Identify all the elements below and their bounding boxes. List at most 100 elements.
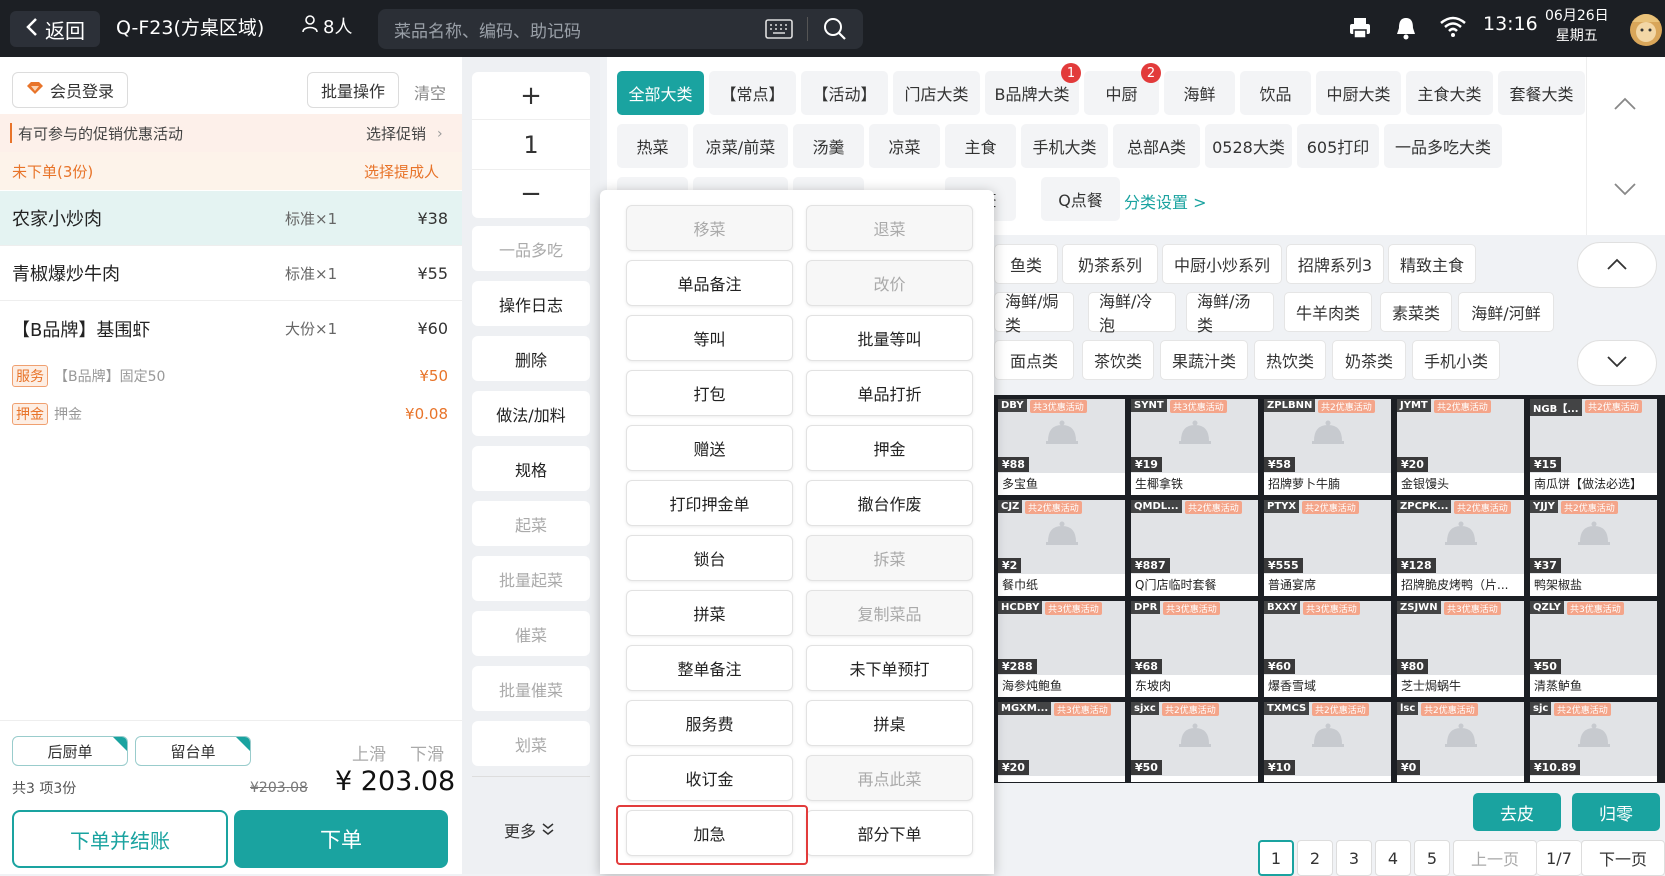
subcat-seafood-cold[interactable]: 海鲜/冷泡: [1088, 292, 1176, 335]
copy-dish-button[interactable]: 复制菜品: [806, 590, 973, 636]
lock-table-button[interactable]: 锁台: [626, 535, 793, 581]
scroll-down-button[interactable]: 下滑: [410, 740, 444, 765]
service-fee-row[interactable]: 服务 【B品牌】固定50: [12, 365, 165, 387]
batch-rush-button[interactable]: 批量催菜: [472, 666, 590, 711]
move-dish-button[interactable]: 移菜: [626, 205, 793, 251]
chevron-up-icon[interactable]: [1613, 97, 1637, 115]
category-605-print[interactable]: 605打印: [1297, 124, 1379, 168]
print-deposit-button[interactable]: 打印押金单: [626, 480, 793, 526]
category-drinks[interactable]: 饮品: [1240, 71, 1311, 115]
pack-button[interactable]: 打包: [626, 370, 793, 416]
dish-card[interactable]: HCDBY 共3优惠活动 ¥288 海参炖鲍鱼: [998, 601, 1125, 697]
wait-call-button[interactable]: 等叫: [626, 315, 793, 361]
subcat-seafood-soup[interactable]: 海鲜/汤类: [1186, 292, 1274, 335]
dish-card[interactable]: TXMCS 共2优惠活动 ¥10: [1264, 702, 1391, 782]
page-3[interactable]: 3: [1336, 840, 1372, 876]
avatar[interactable]: [1628, 10, 1664, 52]
category-set-meal[interactable]: 套餐大类: [1498, 71, 1585, 115]
dish-card[interactable]: MGXM... 共3优惠活动 ¥20: [998, 702, 1125, 782]
category-seafood[interactable]: 海鲜: [1164, 71, 1235, 115]
category-chinese-main[interactable]: 中厨大类: [1316, 71, 1401, 115]
method-addon-button[interactable]: 做法/加料: [472, 391, 590, 436]
category-main-food[interactable]: 主食: [945, 124, 1016, 168]
subcat-fish[interactable]: 鱼类: [994, 244, 1058, 284]
subcat-scroll-up[interactable]: [1577, 242, 1657, 288]
subcat-tea[interactable]: 茶饮类: [1082, 340, 1154, 380]
keep-order-button[interactable]: 留台单: [135, 736, 251, 766]
printer-icon[interactable]: [1348, 16, 1372, 44]
decrement-button[interactable]: −: [472, 170, 590, 218]
subcat-fine-staple[interactable]: 精致主食: [1388, 244, 1476, 284]
subcat-vegetable[interactable]: 素菜类: [1380, 292, 1452, 332]
promo-banner[interactable]: 有可参与的促销优惠活动 选择促销 ›: [0, 114, 462, 152]
subcat-stir-fry[interactable]: 中厨小炒系列: [1162, 244, 1282, 284]
chevron-down-icon[interactable]: [1613, 182, 1637, 200]
category-cold-dish[interactable]: 凉菜: [869, 124, 940, 168]
dish-card[interactable]: DPR 共3优惠活动 ¥68 东坡肉: [1131, 601, 1258, 697]
subcat-milk-tea-series[interactable]: 奶茶系列: [1062, 244, 1158, 284]
page-4[interactable]: 4: [1375, 840, 1411, 876]
combine-dish-button[interactable]: 拼菜: [626, 590, 793, 636]
place-order-button[interactable]: 下单: [234, 810, 448, 868]
multi-serve-button[interactable]: 一品多吃: [472, 226, 590, 271]
dish-card[interactable]: JYMT 共2优惠活动 ¥20 金银馒头: [1397, 399, 1524, 495]
spec-button[interactable]: 规格: [472, 446, 590, 491]
scroll-up-button[interactable]: 上滑: [352, 740, 386, 765]
subcat-signature3[interactable]: 招牌系列3: [1286, 244, 1384, 284]
category-b-brand[interactable]: B品牌大类 1: [985, 63, 1081, 115]
category-staple[interactable]: 主食大类: [1406, 71, 1493, 115]
category-multi-serve[interactable]: 一品多吃大类: [1384, 124, 1502, 168]
guest-count[interactable]: 8人: [302, 13, 352, 39]
dish-card[interactable]: BXXY 共3优惠活动 ¥60 爆香雪域: [1264, 601, 1391, 697]
bell-icon[interactable]: [1395, 16, 1417, 44]
member-login-button[interactable]: 会员登录: [12, 72, 128, 108]
more-button[interactable]: 更多: [504, 818, 554, 842]
collect-deposit-button[interactable]: 收订金: [626, 755, 793, 801]
dish-card[interactable]: CJZ 共2优惠活动 ¥2 餐巾纸: [998, 500, 1125, 596]
subcat-seafood-bake[interactable]: 海鲜/焗类: [994, 292, 1074, 335]
return-dish-button[interactable]: 退菜: [806, 205, 973, 251]
deposit-row[interactable]: 押金 押金: [12, 403, 82, 425]
subcat-hot-drink[interactable]: 热饮类: [1254, 340, 1326, 380]
service-fee-button[interactable]: 服务费: [626, 700, 793, 746]
void-table-button[interactable]: 撤台作废: [806, 480, 973, 526]
subcat-pastry[interactable]: 面点类: [994, 340, 1074, 380]
split-dish-button[interactable]: 拆菜: [806, 535, 973, 581]
dish-card[interactable]: QMDL... 共2优惠活动 ¥887 Q门店临时套餐: [1131, 500, 1258, 596]
dish-card[interactable]: ZSJWN 共3优惠活动 ¥80 芝士焗蜗牛: [1397, 601, 1524, 697]
delete-button[interactable]: 删除: [472, 336, 590, 381]
category-all[interactable]: 全部大类: [617, 71, 704, 115]
order-and-pay-button[interactable]: 下单并结账: [12, 810, 228, 868]
category-chinese-kitchen[interactable]: 中厨 2: [1084, 63, 1161, 115]
item-note-button[interactable]: 单品备注: [626, 260, 793, 306]
subcat-juice[interactable]: 果蔬汁类: [1160, 340, 1248, 380]
item-discount-button[interactable]: 单品打折: [806, 370, 973, 416]
category-activity[interactable]: 【活动】: [801, 71, 888, 115]
dish-card[interactable]: SYNT 共3优惠活动 ¥19 生椰拿铁: [1131, 399, 1258, 495]
select-promo-link[interactable]: 选择促销: [366, 123, 426, 144]
dish-card[interactable]: ZPLBNN 共2优惠活动 ¥58 招牌萝卜牛腩: [1264, 399, 1391, 495]
subcat-scroll-down[interactable]: [1577, 340, 1657, 386]
order-row[interactable]: 【B品牌】基围虾 大份×1 ¥60: [0, 301, 462, 356]
change-price-button[interactable]: 改价: [806, 260, 973, 306]
subcat-river-seafood[interactable]: 海鲜/河鲜: [1458, 292, 1554, 332]
category-hot-dish[interactable]: 热菜: [617, 124, 688, 168]
category-mobile[interactable]: 手机大类: [1021, 124, 1108, 168]
dish-card[interactable]: lsc 共2优惠活动 ¥0: [1397, 702, 1524, 782]
rush-button[interactable]: 催菜: [472, 611, 590, 656]
order-row[interactable]: 青椒爆炒牛肉 标准×1 ¥55: [0, 246, 462, 301]
category-settings-link[interactable]: 分类设置 >: [1124, 189, 1207, 213]
batch-operation-button[interactable]: 批量操作: [307, 72, 399, 108]
operation-log-button[interactable]: 操作日志: [472, 281, 590, 326]
category-soup[interactable]: 汤羹: [793, 124, 864, 168]
gift-button[interactable]: 赠送: [626, 425, 793, 471]
tare-button[interactable]: 去皮: [1473, 793, 1561, 831]
dish-card[interactable]: DBY 共3优惠活动 ¥88 多宝鱼: [998, 399, 1125, 495]
choose-presenter-link[interactable]: 选择提成人: [364, 161, 439, 182]
kitchen-order-button[interactable]: 后厨单: [12, 736, 128, 766]
dish-card[interactable]: YJJY 共2优惠活动 ¥37 鸭架椒盐: [1530, 500, 1657, 596]
subcat-mobile[interactable]: 手机小类: [1412, 340, 1500, 380]
category-cold-starter[interactable]: 凉菜/前菜: [693, 124, 788, 168]
batch-wait-call-button[interactable]: 批量等叫: [806, 315, 973, 361]
category-frequent[interactable]: 【常点】: [709, 71, 796, 115]
